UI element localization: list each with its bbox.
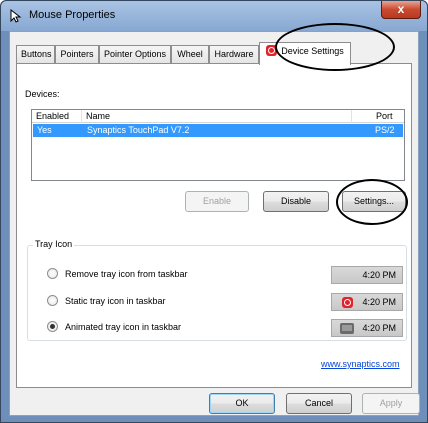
column-header-name[interactable]: Name <box>82 110 352 123</box>
title-bar[interactable]: Mouse Properties x <box>1 1 427 31</box>
cancel-button[interactable]: Cancel <box>286 393 352 414</box>
close-button[interactable]: x <box>381 1 421 19</box>
tray-clock: 4:20 PM <box>362 323 396 333</box>
tab-pointer-options[interactable]: Pointer Options <box>99 45 171 64</box>
apply-button: Apply <box>362 393 420 414</box>
synaptics-website-link[interactable]: www.synaptics.com <box>321 359 400 369</box>
device-port: PS/2 <box>375 125 395 135</box>
tray-clock: 4:20 PM <box>362 297 396 307</box>
tab-pointers[interactable]: Pointers <box>55 45 99 64</box>
tab-hardware[interactable]: Hardware <box>209 45 259 64</box>
disable-button[interactable]: Disable <box>263 191 329 212</box>
touchpad-tray-icon <box>340 323 354 334</box>
radio-button[interactable] <box>47 295 58 306</box>
devices-list[interactable]: Enabled Name Port Yes Synaptics TouchPad… <box>31 109 405 181</box>
column-header-enabled[interactable]: Enabled <box>32 110 82 123</box>
synaptics-icon <box>266 45 278 56</box>
radio-button-checked[interactable] <box>47 321 58 332</box>
tab-device-settings[interactable]: Device Settings <box>259 42 351 65</box>
synaptics-tray-icon <box>342 297 353 308</box>
tray-preview-static: 4:20 PM <box>331 293 403 311</box>
window-title: Mouse Properties <box>29 9 116 21</box>
list-header: Enabled Name Port <box>32 110 404 123</box>
radio-button[interactable] <box>47 268 58 279</box>
mouse-pointer-icon <box>10 9 22 23</box>
tab-device-settings-label: Device Settings <box>281 46 344 56</box>
radio-label: Remove tray icon from taskbar <box>65 269 188 279</box>
devices-label: Devices: <box>25 89 60 99</box>
tray-clock: 4:20 PM <box>362 270 396 280</box>
tray-icon-group-title: Tray Icon <box>33 239 75 249</box>
tab-buttons[interactable]: Buttons <box>16 45 55 64</box>
radio-label: Static tray icon in taskbar <box>65 296 166 306</box>
tab-wheel[interactable]: Wheel <box>171 45 209 64</box>
tab-strip: Buttons Pointers Pointer Options Wheel H… <box>16 42 416 65</box>
tray-preview-none: 4:20 PM <box>331 266 403 284</box>
device-name: Synaptics TouchPad V7.2 <box>87 125 190 135</box>
device-enabled: Yes <box>37 125 52 135</box>
settings-button[interactable]: Settings... <box>342 191 406 212</box>
enable-button: Enable <box>185 191 249 212</box>
device-row[interactable]: Yes Synaptics TouchPad V7.2 PS/2 <box>33 124 403 137</box>
mouse-properties-window: Mouse Properties x Buttons Pointers Poin… <box>0 0 428 423</box>
ok-button[interactable]: OK <box>209 393 275 414</box>
tray-preview-animated: 4:20 PM <box>331 319 403 337</box>
radio-label: Animated tray icon in taskbar <box>65 322 182 332</box>
column-header-port[interactable]: Port <box>372 110 404 123</box>
